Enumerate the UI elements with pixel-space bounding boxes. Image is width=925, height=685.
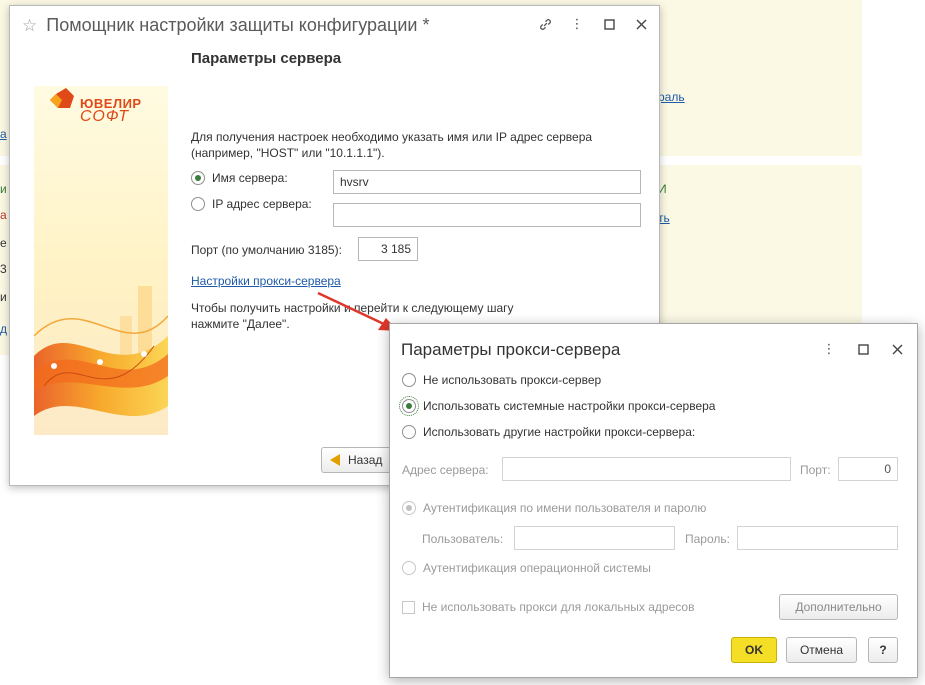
- option-system-proxy[interactable]: Использовать системные настройки прокси-…: [399, 396, 716, 416]
- description-text: Для получения настроек необходимо указат…: [191, 130, 593, 160]
- server-name-label: Имя сервера:: [212, 171, 288, 185]
- radio-no-proxy[interactable]: [402, 373, 416, 387]
- arrow-left-icon: [330, 454, 340, 466]
- back-button-label: Назад: [348, 453, 383, 467]
- radio-other-proxy[interactable]: [402, 425, 416, 439]
- ip-address-input[interactable]: [333, 203, 641, 227]
- background-link-1[interactable]: раль: [658, 90, 685, 104]
- password-input[interactable]: [737, 526, 898, 550]
- port-label: Порт (по умолчанию 3185):: [191, 243, 342, 257]
- window-title-bar: ☆ Помощник настройки защиты конфигурации…: [22, 15, 429, 36]
- no-local-proxy-option[interactable]: Не использовать прокси для локальных адр…: [402, 600, 694, 614]
- cancel-button[interactable]: Отмена: [786, 637, 857, 663]
- brand-banner-image: [33, 86, 169, 435]
- dialog-controls: ⋮: [821, 341, 905, 357]
- option-no-proxy[interactable]: Не использовать прокси-сервер: [402, 373, 601, 387]
- ip-address-label: IP адрес сервера:: [212, 197, 312, 211]
- page-title: Параметры сервера: [191, 50, 342, 67]
- close-icon[interactable]: [889, 341, 905, 357]
- no-local-proxy-checkbox[interactable]: [402, 600, 415, 614]
- password-label: Пароль:: [685, 532, 730, 546]
- background-fragment-3: а: [0, 208, 7, 222]
- option-auth-os[interactable]: Аутентификация операционной системы: [402, 561, 651, 575]
- radio-system-proxy[interactable]: [399, 396, 419, 416]
- no-local-proxy-label: Не использовать прокси для локальных адр…: [422, 600, 695, 614]
- option-auth-os-label: Аутентификация операционной системы: [423, 561, 651, 575]
- more-menu-icon[interactable]: ⋮: [821, 341, 837, 357]
- window-controls: ⋮: [537, 16, 649, 32]
- option-no-proxy-label: Не использовать прокси-сервер: [423, 373, 602, 387]
- background-fragment-6: и: [0, 290, 7, 304]
- brand-logo-panel: ЮВЕЛИР СОФТ: [33, 86, 169, 435]
- background-fragment-5: 3: [0, 262, 7, 276]
- server-name-option[interactable]: Имя сервера:: [191, 171, 288, 185]
- ok-button[interactable]: OK: [731, 637, 777, 663]
- proxy-port-input[interactable]: 0: [838, 457, 898, 481]
- background-fragment-2: и: [0, 182, 7, 196]
- radio-auth-user[interactable]: [402, 501, 416, 515]
- option-other-proxy[interactable]: Использовать другие настройки прокси-сер…: [402, 425, 695, 439]
- server-name-input[interactable]: hvsrv: [333, 170, 641, 194]
- logo-text-line2: СОФТ: [80, 108, 130, 125]
- background-fragment-4: е: [0, 236, 7, 250]
- username-input[interactable]: [514, 526, 675, 550]
- radio-auth-os[interactable]: [402, 561, 416, 575]
- option-other-proxy-label: Использовать другие настройки прокси-сер…: [423, 425, 696, 439]
- username-label: Пользователь:: [422, 532, 504, 546]
- favorite-star-icon[interactable]: ☆: [22, 16, 37, 36]
- option-auth-user[interactable]: Аутентификация по имени пользователя и п…: [402, 501, 706, 515]
- window-title: Помощник настройки защиты конфигурации *: [46, 15, 430, 35]
- more-menu-icon[interactable]: ⋮: [569, 16, 585, 32]
- background-link-3[interactable]: а: [0, 127, 7, 141]
- proxy-address-label: Адрес сервера:: [402, 463, 489, 477]
- background-link-4[interactable]: д: [0, 322, 7, 336]
- proxy-port-label: Порт:: [800, 463, 831, 477]
- maximize-icon[interactable]: [601, 16, 617, 32]
- maximize-icon[interactable]: [855, 341, 871, 357]
- dialog-title: Параметры прокси-сервера: [401, 340, 621, 359]
- port-input[interactable]: 3 185: [358, 237, 418, 261]
- close-icon[interactable]: [633, 16, 649, 32]
- link-icon[interactable]: [537, 16, 553, 32]
- option-system-proxy-label: Использовать системные настройки прокси-…: [423, 399, 716, 413]
- advanced-button[interactable]: Дополнительно: [779, 594, 898, 620]
- ip-address-option[interactable]: IP адрес сервера:: [191, 197, 312, 211]
- help-button[interactable]: ?: [868, 637, 898, 663]
- proxy-settings-link[interactable]: Настройки прокси-сервера: [191, 274, 341, 288]
- option-auth-user-label: Аутентификация по имени пользователя и п…: [423, 501, 707, 515]
- radio-server-name[interactable]: [191, 171, 205, 185]
- radio-ip-address[interactable]: [191, 197, 205, 211]
- proxy-settings-dialog: Параметры прокси-сервера ⋮ Не использова…: [389, 323, 918, 678]
- proxy-address-input[interactable]: [502, 457, 791, 481]
